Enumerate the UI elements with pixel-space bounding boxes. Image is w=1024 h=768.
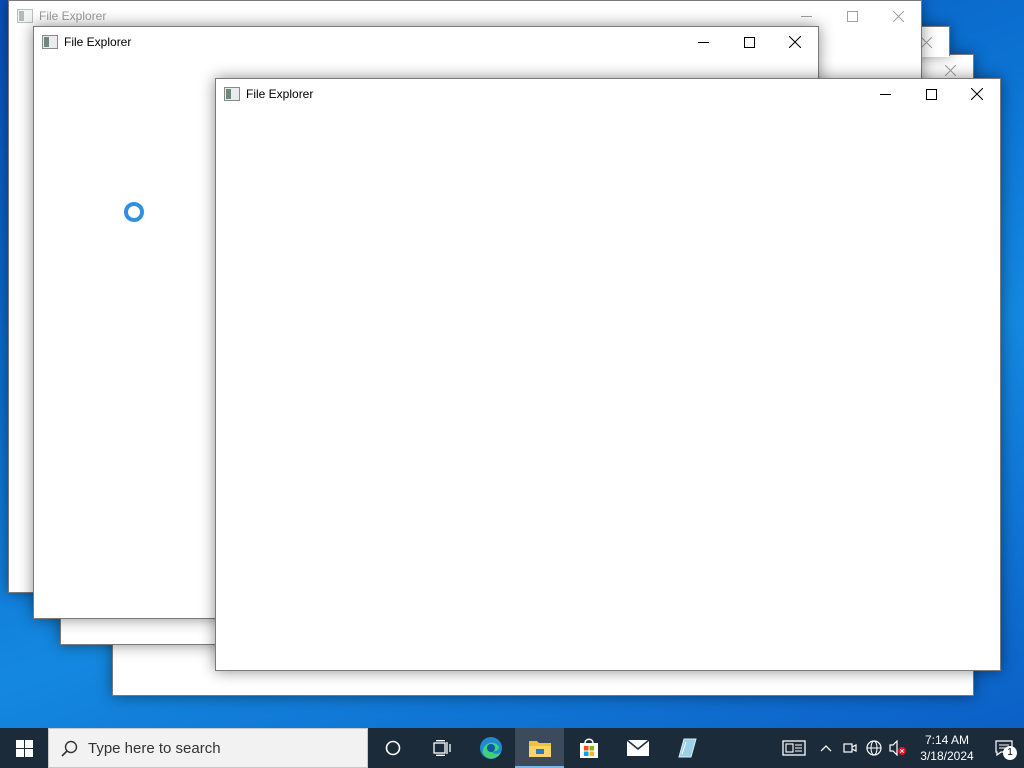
maximize-button[interactable] (726, 27, 772, 57)
camera-icon (843, 743, 857, 753)
maximize-icon (846, 10, 858, 22)
cortana-icon (385, 740, 400, 756)
maximize-button[interactable] (829, 1, 875, 31)
close-icon (892, 10, 904, 22)
minimize-button[interactable] (680, 27, 726, 57)
news-icon (782, 740, 806, 756)
maximize-icon (743, 36, 755, 48)
task-view-button[interactable] (417, 728, 466, 768)
file-explorer-app-icon (17, 9, 33, 23)
close-icon (971, 88, 983, 100)
close-icon (920, 36, 932, 48)
notification-count-badge: 1 (1003, 746, 1017, 760)
system-tray: 7:14 AM 3/18/2024 1 (774, 728, 1024, 768)
file-explorer-taskbar-button[interactable] (515, 728, 564, 768)
clock-date: 3/18/2024 (920, 749, 974, 763)
clock-time: 7:14 AM (924, 733, 970, 747)
window-title: File Explorer (64, 35, 132, 49)
title-bar[interactable]: File Explorer (34, 27, 818, 57)
close-icon (944, 64, 956, 76)
search-placeholder: Type here to search (88, 739, 221, 757)
cortana-button[interactable] (368, 728, 417, 768)
task-view-icon (432, 740, 451, 756)
show-hidden-icons-button[interactable] (814, 728, 838, 768)
action-center-button[interactable]: 1 (984, 728, 1024, 768)
app-icon (677, 738, 697, 758)
mail-icon (626, 739, 649, 756)
title-bar[interactable]: File Explorer (216, 79, 1000, 109)
minimize-icon (800, 15, 812, 17)
windows-logo-icon (15, 739, 33, 757)
window-title: File Explorer (39, 9, 107, 23)
globe-network-icon (866, 740, 882, 756)
minimize-icon (879, 93, 891, 95)
chevron-up-icon (820, 745, 832, 752)
close-button[interactable] (772, 27, 818, 57)
maximize-icon (925, 88, 937, 100)
news-button[interactable] (774, 728, 814, 768)
file-explorer-app-icon (42, 35, 58, 49)
mail-taskbar-button[interactable] (613, 728, 662, 768)
store-icon (579, 738, 598, 758)
edge-icon (479, 737, 502, 759)
search-icon (61, 740, 78, 757)
maximize-button[interactable] (908, 79, 954, 109)
edge-taskbar-button[interactable] (466, 728, 515, 768)
close-icon (789, 36, 801, 48)
taskbar-search-box[interactable]: Type here to search (48, 728, 368, 768)
store-taskbar-button[interactable] (564, 728, 613, 768)
network-button[interactable] (862, 728, 886, 768)
file-explorer-icon (528, 741, 551, 757)
taskbar-clock[interactable]: 7:14 AM 3/18/2024 (910, 732, 984, 764)
loading-spinner-icon (124, 202, 144, 222)
file-explorer-app-icon (224, 87, 240, 101)
volume-muted-icon (889, 740, 906, 756)
minimize-button[interactable] (862, 79, 908, 109)
meet-now-button[interactable] (838, 728, 862, 768)
desktop: File Explorer File Explorer File Explore… (0, 0, 1024, 728)
close-button[interactable] (954, 79, 1000, 109)
minimize-icon (697, 41, 709, 43)
volume-button[interactable] (886, 728, 910, 768)
taskbar: Type here to search 7:14 AM 3/18/2024 1 (0, 728, 1024, 768)
window-file-explorer-active[interactable]: File Explorer (215, 78, 1001, 671)
start-button[interactable] (0, 728, 48, 768)
window-title: File Explorer (246, 87, 314, 101)
app-taskbar-button[interactable] (662, 728, 711, 768)
close-button[interactable] (875, 1, 921, 31)
